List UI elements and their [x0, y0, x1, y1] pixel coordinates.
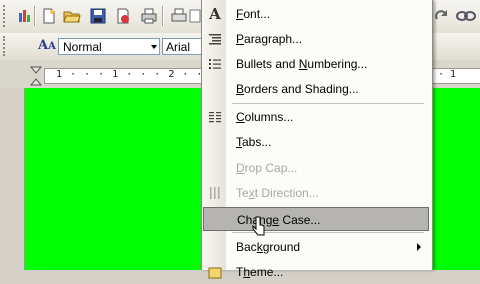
- accelerator-letter: x: [248, 186, 255, 200]
- print-preview-icon[interactable]: [170, 7, 188, 25]
- save-icon[interactable]: [89, 7, 107, 25]
- accelerator-letter: T: [236, 135, 242, 149]
- menu-item-label: Columns...: [236, 110, 294, 124]
- menu-item-label: Borders and Shading...: [236, 82, 359, 96]
- theme-icon: [207, 264, 223, 280]
- menu-item-label: Tabs...: [236, 135, 272, 149]
- indent-marker-icon[interactable]: [30, 66, 42, 86]
- accelerator-letter: B: [236, 82, 245, 96]
- accelerator-letter: N: [298, 57, 308, 71]
- accelerator-letter: C: [236, 110, 245, 124]
- chevron-down-icon[interactable]: [151, 45, 157, 49]
- format-menu: A Font... Paragraph... Bullets and Numbe…: [201, 0, 433, 279]
- menu-item-change-case[interactable]: Change Case...: [203, 207, 429, 231]
- permission-icon[interactable]: [114, 7, 132, 25]
- text-direction-icon: [207, 185, 223, 201]
- menu-item-borders-and-shading[interactable]: Borders and Shading...: [203, 77, 429, 101]
- accelerator-letter: D: [236, 161, 245, 175]
- menu-item-theme[interactable]: Theme...: [203, 260, 429, 284]
- styles-and-formatting-icon[interactable]: AA: [38, 38, 56, 53]
- style-dropdown[interactable]: Normal: [58, 38, 160, 55]
- redo-icon[interactable]: [434, 8, 450, 24]
- menu-item-label: Change Case...: [237, 213, 321, 227]
- font-a-icon: A: [209, 5, 221, 23]
- menu-item-label: Bullets and Numbering...: [236, 57, 368, 71]
- ruler-numbers-right: · 1: [438, 69, 457, 80]
- menu-item-bullets-and-numbering[interactable]: Bullets and Numbering...: [203, 52, 429, 76]
- accelerator-letter: F: [236, 7, 244, 21]
- vertical-ruler: [0, 88, 25, 270]
- columns-icon: [207, 109, 223, 125]
- submenu-arrow-icon: [417, 243, 421, 251]
- menu-item-columns[interactable]: Columns...: [203, 105, 429, 129]
- menu-item-label: Font...: [236, 7, 271, 21]
- menu-item-label: Background: [236, 240, 301, 254]
- hyperlink-icon[interactable]: [456, 9, 476, 23]
- accelerator-letter: e: [272, 213, 280, 227]
- mouse-pointer-icon: [252, 216, 265, 236]
- menu-item-text-direction: Text Direction...: [203, 181, 429, 205]
- menu-item-background[interactable]: Background: [203, 235, 429, 259]
- font-dropdown-value: Arial: [166, 40, 191, 54]
- menu-item-label: Drop Cap...: [236, 161, 298, 175]
- chart-icon[interactable]: [16, 7, 34, 25]
- open-folder-icon[interactable]: [63, 7, 81, 25]
- paragraph-icon: [207, 31, 223, 47]
- menu-separator: [232, 103, 424, 104]
- menu-item-paragraph[interactable]: Paragraph...: [203, 27, 429, 51]
- menu-item-tabs[interactable]: Tabs...: [203, 130, 429, 154]
- menu-item-label: Theme...: [236, 265, 284, 279]
- menu-item-drop-cap: Drop Cap...: [203, 156, 429, 180]
- style-dropdown-value: Normal: [63, 40, 102, 54]
- menu-item-font[interactable]: A Font...: [203, 2, 429, 26]
- toolbar-grip[interactable]: [3, 36, 8, 56]
- bullets-icon: [207, 56, 223, 72]
- accelerator-letter: k: [256, 240, 263, 254]
- menu-item-label: Text Direction...: [236, 186, 319, 200]
- accelerator-letter: P: [236, 32, 245, 46]
- toolbar-grip[interactable]: [3, 5, 8, 27]
- print-icon[interactable]: [140, 7, 158, 25]
- accelerator-letter: h: [243, 265, 251, 279]
- font-dropdown[interactable]: Arial: [162, 38, 202, 55]
- toolbar-separator: [162, 6, 164, 26]
- new-document-icon[interactable]: [40, 7, 58, 25]
- toolbar-separator: [34, 6, 36, 26]
- menu-item-label: Paragraph...: [236, 32, 303, 46]
